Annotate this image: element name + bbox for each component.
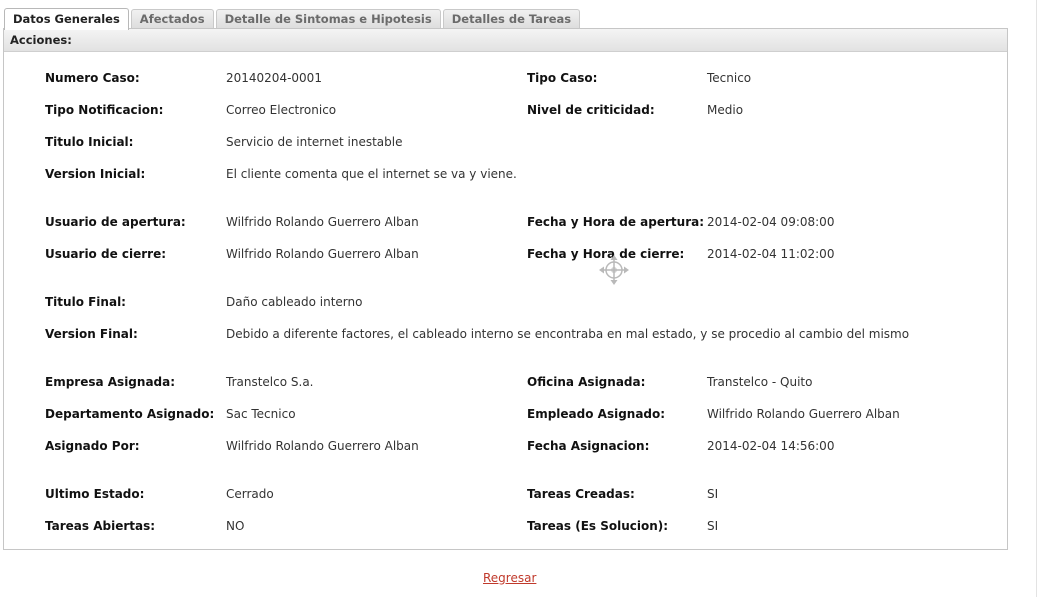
empleado-asignado-label: Empleado Asignado: [527,407,666,421]
version-inicial-value: El cliente comenta que el internet se va… [226,167,517,181]
tareas-creadas-value: SI [707,487,719,501]
fecha-asignacion-label: Fecha Asignacion: [527,439,650,453]
panel-header-acciones: Acciones: [4,29,1007,52]
departamento-asignado-value: Sac Tecnico [226,407,296,421]
usuario-cierre-value: Wilfrido Rolando Guerrero Alban [226,247,419,261]
tipo-notificacion-label: Tipo Notificacion: [45,103,164,117]
tipo-caso-value: Tecnico [707,71,752,85]
version-inicial-label: Version Inicial: [45,167,146,181]
tab-detalles-tareas[interactable]: Detalles de Tareas [442,9,581,29]
empleado-asignado-value: Wilfrido Rolando Guerrero Alban [707,407,900,421]
tareas-abiertas-value: NO [226,519,245,533]
row-notificacion-criticidad: Tipo Notificacion: Correo Electronico Ni… [4,101,1007,119]
tareas-abiertas-label: Tareas Abiertas: [45,519,156,533]
titulo-inicial-value: Servicio de internet inestable [226,135,403,149]
move-cursor-icon [599,255,629,285]
case-details-panel: Acciones: Numero Caso: 20140204-0001 Tip… [3,28,1008,550]
titulo-final-label: Titulo Final: [45,295,126,309]
ultimo-estado-value: Cerrado [226,487,274,501]
tab-afectados[interactable]: Afectados [130,9,214,29]
empresa-asignada-value: Transtelco S.a. [226,375,314,389]
usuario-apertura-label: Usuario de apertura: [45,215,186,229]
row-departamento-empleado: Departamento Asignado: Sac Tecnico Emple… [4,405,1007,423]
oficina-asignada-label: Oficina Asignada: [527,375,646,389]
usuario-cierre-label: Usuario de cierre: [45,247,167,261]
asignado-por-label: Asignado Por: [45,439,140,453]
row-version-inicial: Version Inicial: El cliente comenta que … [4,165,1007,183]
tipo-caso-label: Tipo Caso: [527,71,598,85]
fecha-cierre-value: 2014-02-04 11:02:00 [707,247,835,261]
tab-bar: Datos Generales Afectados Detalle de Sin… [4,8,582,30]
tab-datos-generales[interactable]: Datos Generales [4,8,129,30]
fecha-asignacion-value: 2014-02-04 14:56:00 [707,439,835,453]
row-version-final: Version Final: Debido a diferente factor… [4,325,1007,343]
fecha-apertura-label: Fecha y Hora de apertura: [527,215,705,229]
ultimo-estado-label: Ultimo Estado: [45,487,145,501]
row-cierre: Usuario de cierre: Wilfrido Rolando Guer… [4,245,1007,263]
numero-caso-label: Numero Caso: [45,71,140,85]
row-numero-tipo: Numero Caso: 20140204-0001 Tipo Caso: Te… [4,69,1007,87]
nivel-criticidad-value: Medio [707,103,744,117]
usuario-apertura-value: Wilfrido Rolando Guerrero Alban [226,215,419,229]
tareas-solucion-label: Tareas (Es Solucion): [527,519,669,533]
row-estado-creadas: Ultimo Estado: Cerrado Tareas Creadas: S… [4,485,1007,503]
tipo-notificacion-value: Correo Electronico [226,103,337,117]
tareas-creadas-label: Tareas Creadas: [527,487,635,501]
row-titulo-final: Titulo Final: Daño cableado interno [4,293,1007,311]
numero-caso-value: 20140204-0001 [226,71,322,85]
tab-detalle-sintomas-hipotesis[interactable]: Detalle de Sintomas e Hipotesis [215,9,441,29]
version-final-label: Version Final: [45,327,138,341]
tareas-solucion-value: SI [707,519,719,533]
row-apertura: Usuario de apertura: Wilfrido Rolando Gu… [4,213,1007,231]
regresar-link[interactable]: Regresar [483,571,536,585]
titulo-final-value: Daño cableado interno [226,295,363,309]
titulo-inicial-label: Titulo Inicial: [45,135,134,149]
row-tareas-abiertas-solucion: Tareas Abiertas: NO Tareas (Es Solucion)… [4,517,1007,535]
row-asignacion: Asignado Por: Wilfrido Rolando Guerrero … [4,437,1007,455]
fecha-apertura-value: 2014-02-04 09:08:00 [707,215,835,229]
page-edge-divider [1036,0,1037,597]
empresa-asignada-label: Empresa Asignada: [45,375,176,389]
asignado-por-value: Wilfrido Rolando Guerrero Alban [226,439,419,453]
row-titulo-inicial: Titulo Inicial: Servicio de internet ine… [4,133,1007,151]
version-final-value: Debido a diferente factores, el cableado… [226,327,910,341]
row-empresa-oficina: Empresa Asignada: Transtelco S.a. Oficin… [4,373,1007,391]
nivel-criticidad-label: Nivel de criticidad: [527,103,655,117]
departamento-asignado-label: Departamento Asignado: [45,407,215,421]
oficina-asignada-value: Transtelco - Quito [707,375,813,389]
